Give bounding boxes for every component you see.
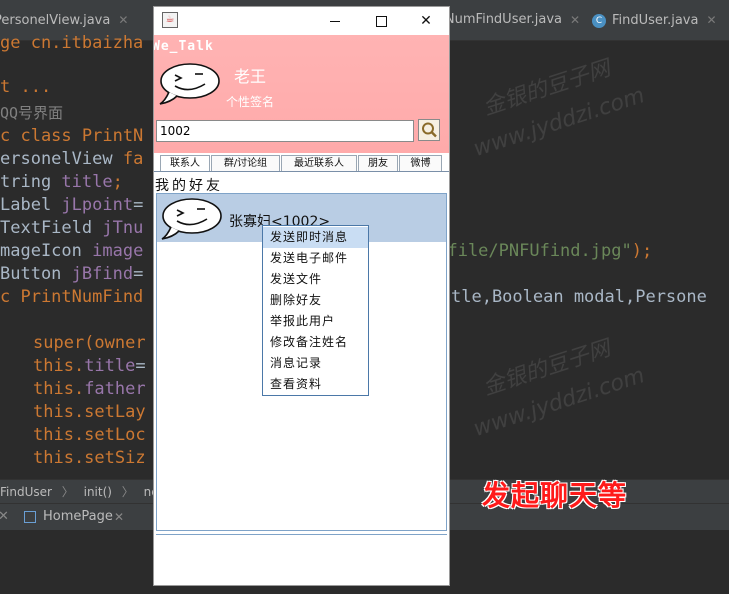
close-icon[interactable]: ✕ (706, 13, 716, 27)
code-line: Label jLpoint= (0, 195, 144, 215)
code-line: ersonelView fa (0, 149, 144, 169)
close-icon: ✕ (420, 13, 432, 29)
minimize-icon (330, 20, 340, 22)
avatar (159, 196, 223, 242)
tab-contacts[interactable]: 联系人 (160, 155, 210, 171)
code-line: c PrintNumFind (0, 287, 144, 307)
close-icon[interactable]: ✕ (0, 504, 9, 530)
annotation-caption: 发起聊天等 (482, 479, 628, 512)
code-line: tle,Boolean modal,Persone (451, 287, 707, 307)
smiley-speech-bubble-icon (159, 63, 220, 105)
tab-recent[interactable]: 最近联系人 (281, 155, 357, 171)
app-brand: We_Talk (153, 39, 214, 54)
ide-tab-label: PersonelView.java (0, 13, 111, 28)
java-coffee-icon[interactable]: ☕ (162, 12, 178, 28)
menu-item-delete-friend[interactable]: 删除好友 (263, 290, 368, 311)
contact-tabs: 联系人 群/讨论组 最近联系人 朋友 微博 (154, 154, 449, 172)
menu-item-send-email[interactable]: 发送电子邮件 (263, 248, 368, 269)
html-file-icon (24, 511, 36, 523)
tab-weibo[interactable]: 微博 (399, 155, 442, 171)
menu-item-send-file[interactable]: 发送文件 (263, 269, 368, 290)
code-line: c class PrintN (0, 126, 144, 146)
profile-username: 老王 (234, 67, 267, 86)
close-button[interactable]: ✕ (403, 7, 449, 35)
ide-tab-label: FindUser.java (612, 13, 699, 28)
maximize-icon (375, 15, 387, 27)
code-line: super(owner (33, 333, 146, 353)
chat-app-window: ☕ ✕ We_Talk 老王 个性签名 联系人 群/讨论组 最近 (153, 6, 450, 586)
smiley-speech-bubble-icon (161, 198, 222, 240)
friend-group-label[interactable]: 我的好友 (154, 175, 449, 194)
code-line: t ... (0, 77, 52, 97)
avatar[interactable] (157, 61, 221, 107)
profile-header: We_Talk 老王 个性签名 (154, 35, 449, 153)
ide-tab-label: PrintNumFindUser.java (444, 12, 562, 27)
code-line: QQ号界面 (0, 104, 64, 122)
search-button[interactable] (418, 119, 440, 141)
menu-item-message-history[interactable]: 消息记录 (263, 353, 368, 374)
tab-friends[interactable]: 朋友 (358, 155, 398, 171)
code-line: t/file/PNFUfind.jpg"); (427, 241, 653, 261)
code-line: Button jBfind= (0, 264, 144, 284)
search-icon (422, 122, 437, 138)
context-menu: 发送即时消息 发送电子邮件 发送文件 删除好友 举报此用户 修改备注姓名 消息记… (262, 225, 369, 396)
search-input[interactable] (156, 120, 414, 142)
menu-item-report-user[interactable]: 举报此用户 (263, 311, 368, 332)
code-line: this.setLoc (33, 425, 146, 445)
code-line: this.title= (33, 356, 146, 376)
close-icon[interactable]: ✕ (118, 13, 128, 27)
minimize-button[interactable] (312, 7, 358, 35)
menu-item-edit-remark[interactable]: 修改备注姓名 (263, 332, 368, 353)
code-line: mageIcon image (0, 241, 144, 261)
menu-item-send-message[interactable]: 发送即时消息 (263, 227, 368, 248)
code-line: this.father (33, 379, 146, 399)
code-line: TextField jTnu (0, 218, 144, 238)
divider (156, 531, 447, 535)
code-line: tring title; (0, 172, 123, 192)
ide-tab-homepage[interactable]: HomePage (43, 504, 113, 530)
breadcrumb-item[interactable]: init() (84, 485, 112, 499)
menu-item-view-profile[interactable]: 查看资料 (263, 374, 368, 395)
code-line: this.setSiz (33, 448, 146, 468)
chevron-right-icon: 〉 (121, 485, 134, 499)
java-class-icon: C (592, 13, 606, 28)
code-line: this.setLay (33, 402, 146, 422)
tab-groups[interactable]: 群/讨论组 (211, 155, 280, 171)
ide-tab-personelview[interactable]: PersonelView.java ✕ (0, 8, 128, 32)
chevron-right-icon: 〉 (61, 485, 74, 499)
breadcrumb-item[interactable]: FindUser (0, 485, 52, 499)
ide-tab-printnumfinduser[interactable]: PrintNumFindUser.java ✕ (444, 8, 580, 32)
maximize-button[interactable] (358, 7, 404, 35)
title-bar[interactable]: ☕ ✕ (154, 7, 449, 35)
code-line: ge cn.itbaizha (0, 33, 144, 53)
profile-signature[interactable]: 个性签名 (226, 93, 274, 110)
close-icon[interactable]: ✕ (570, 13, 580, 27)
close-icon[interactable]: ✕ (114, 504, 124, 530)
ide-tab-finduser[interactable]: C FindUser.java ✕ (592, 8, 717, 32)
